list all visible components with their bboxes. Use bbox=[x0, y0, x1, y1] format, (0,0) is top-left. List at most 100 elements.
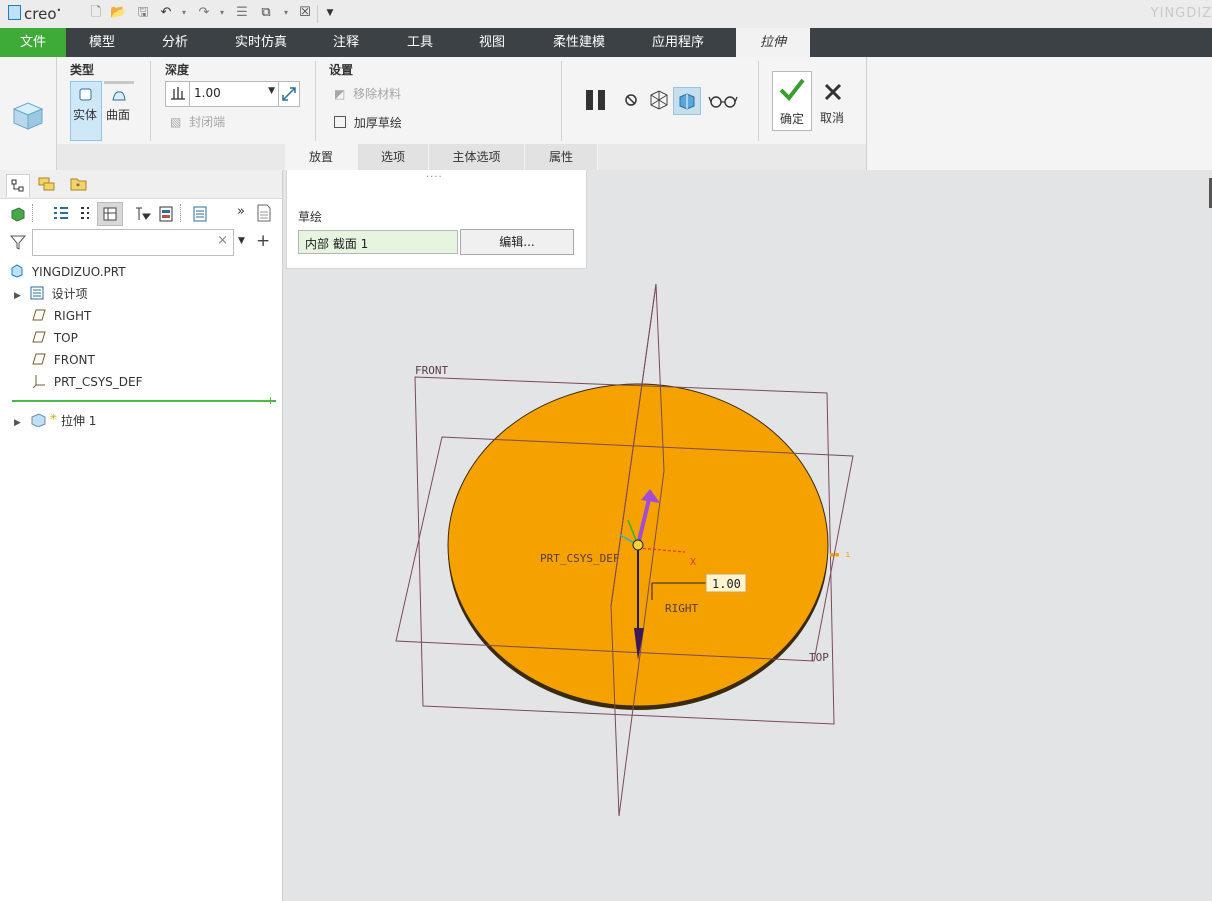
search-dropdown-icon[interactable]: ▼ bbox=[238, 236, 245, 246]
tab-simulation[interactable]: 实时仿真 bbox=[223, 28, 299, 57]
csys-origin bbox=[632, 539, 644, 551]
depth-option-button[interactable] bbox=[165, 81, 191, 107]
tab-annotate[interactable]: 注释 bbox=[318, 28, 374, 57]
toolbar-divider bbox=[317, 5, 318, 23]
insert-here-line[interactable] bbox=[12, 400, 276, 402]
right-plane-label: RIGHT bbox=[665, 602, 698, 615]
solid-button[interactable]: 实体 bbox=[70, 81, 102, 141]
ok-button[interactable]: 确定 bbox=[772, 71, 812, 131]
tab-extrude[interactable]: 拉伸 bbox=[736, 28, 810, 57]
edit-sketch-button[interactable]: 编辑... bbox=[460, 229, 574, 255]
creo-logo: creo• bbox=[8, 5, 61, 23]
depth-group-title: 深度 bbox=[165, 63, 190, 77]
menu-bar: 文件 模型 分析 实时仿真 注释 工具 视图 柔性建模 应用程序 拉伸 bbox=[0, 28, 1212, 57]
tree-item-front[interactable]: FRONT bbox=[32, 349, 95, 371]
clear-search-icon[interactable]: × bbox=[217, 233, 228, 248]
tab-file[interactable]: 文件 bbox=[0, 28, 66, 57]
tree-search-input[interactable]: × bbox=[32, 229, 234, 256]
verify-preview-icon bbox=[679, 93, 695, 110]
new-file-icon[interactable]: 🗋 bbox=[88, 5, 104, 21]
part-icon bbox=[11, 264, 23, 278]
tree-item-right[interactable]: RIGHT bbox=[32, 305, 91, 327]
tab-flexible-modeling[interactable]: 柔性建模 bbox=[540, 28, 618, 57]
tab-model[interactable]: 模型 bbox=[72, 28, 132, 57]
surface-button[interactable]: 曲面 bbox=[104, 81, 134, 142]
tree-list-icon[interactable] bbox=[192, 205, 208, 223]
tree-toolbar-divider bbox=[180, 204, 182, 222]
remove-material-option: ◩ 移除材料 bbox=[334, 85, 401, 102]
redo-icon[interactable]: ↷ bbox=[196, 5, 212, 21]
depth-value-input[interactable]: 1.00 ▼ bbox=[189, 81, 279, 107]
undo-dropdown-icon[interactable]: ▾ bbox=[176, 5, 192, 21]
ribbon-empty-area bbox=[867, 57, 1212, 170]
expand-arrow-icon[interactable]: ▶ bbox=[14, 291, 21, 301]
undo-icon[interactable]: ↶ bbox=[158, 5, 174, 21]
tree-item-top[interactable]: TOP bbox=[32, 327, 78, 349]
tree-document-icon[interactable] bbox=[256, 204, 272, 222]
tab-body-options[interactable]: 主体选项 bbox=[429, 144, 525, 170]
tree-item-extrude[interactable]: ▶ ✳ 拉伸 1 bbox=[14, 407, 96, 429]
add-filter-icon[interactable]: + bbox=[256, 231, 270, 251]
open-folder-icon[interactable]: 📂 bbox=[110, 5, 126, 21]
sketch-collector[interactable]: 内部 截面 1 bbox=[298, 230, 458, 254]
tab-analysis[interactable]: 分析 bbox=[145, 28, 205, 57]
cancel-icon bbox=[824, 83, 842, 101]
save-icon[interactable]: 🖫 bbox=[135, 5, 151, 21]
solid-label: 实体 bbox=[73, 108, 98, 122]
verify-preview-button[interactable] bbox=[673, 87, 701, 115]
tree-settings-icon[interactable] bbox=[134, 206, 152, 222]
extrude-feature-icon bbox=[31, 413, 46, 427]
close-window-icon[interactable]: ☒ bbox=[297, 5, 313, 21]
tree-item-csys[interactable]: PRT_CSYS_DEF bbox=[32, 371, 143, 393]
no-preview-icon[interactable] bbox=[624, 93, 638, 107]
ok-label: 确定 bbox=[780, 112, 805, 126]
edge-handle-marker: ▪▪ ı bbox=[829, 550, 851, 560]
creo-logo-icon bbox=[8, 5, 21, 20]
model-tree-panel: * » × ▼ + YINGDIZUO.PRT ▶ 设计项 RIGHT TOP … bbox=[0, 170, 283, 901]
remove-material-icon: ◩ bbox=[334, 87, 346, 101]
show-tree-button[interactable] bbox=[97, 202, 123, 226]
tree-item-design-items[interactable]: ▶ 设计项 bbox=[14, 283, 88, 305]
windows-dropdown-icon[interactable]: ▾ bbox=[278, 5, 294, 21]
tree-filter-items-icon[interactable] bbox=[78, 205, 92, 223]
ribbon-divider bbox=[561, 61, 562, 141]
layers-tab-icon[interactable] bbox=[38, 176, 56, 192]
model-tree-icon bbox=[11, 179, 24, 192]
separate-preview-icon[interactable] bbox=[648, 89, 670, 111]
cancel-button[interactable]: 取消 bbox=[816, 71, 850, 129]
datum-plane-icon bbox=[32, 309, 46, 321]
tab-placement[interactable]: 放置 bbox=[285, 144, 358, 170]
tab-tools[interactable]: 工具 bbox=[392, 28, 448, 57]
placement-panel: ···· 草绘 内部 截面 1 编辑... bbox=[286, 170, 587, 269]
customize-dropdown-icon[interactable]: ▼ bbox=[322, 5, 338, 21]
svg-text:*: * bbox=[76, 182, 80, 191]
favorites-folder-tab-icon[interactable]: * bbox=[70, 176, 88, 192]
graphics-viewport[interactable]: 1.00 FRONT RIGHT TOP PRT_CSYS_DEF X ▪▪ ı bbox=[283, 170, 1212, 901]
pause-icon[interactable] bbox=[584, 88, 608, 112]
redo-dropdown-icon[interactable]: ▾ bbox=[214, 5, 230, 21]
tree-root[interactable]: YINGDIZUO.PRT bbox=[10, 261, 126, 283]
more-chevrons-icon[interactable]: » bbox=[237, 204, 245, 219]
tree-columns-settings-icon[interactable] bbox=[158, 205, 174, 223]
tree-columns-icon[interactable] bbox=[52, 205, 70, 223]
datum-plane-icon bbox=[32, 331, 46, 343]
flip-direction-button[interactable] bbox=[278, 81, 300, 107]
depth-dropdown-icon[interactable]: ▼ bbox=[268, 86, 275, 96]
design-items-icon bbox=[30, 286, 44, 300]
model-tree-tab[interactable] bbox=[6, 174, 30, 197]
tab-properties[interactable]: 属性 bbox=[525, 144, 598, 170]
tab-options[interactable]: 选项 bbox=[358, 144, 429, 170]
tree-item-label: 设计项 bbox=[51, 287, 88, 301]
thicken-sketch-checkbox[interactable] bbox=[334, 116, 346, 128]
extrude-feature-icon bbox=[12, 102, 44, 130]
glasses-preview-icon[interactable] bbox=[708, 93, 738, 109]
expand-arrow-icon[interactable]: ▶ bbox=[14, 418, 21, 428]
filter-funnel-icon[interactable] bbox=[10, 234, 26, 250]
tab-view[interactable]: 视图 bbox=[464, 28, 520, 57]
thicken-sketch-option[interactable]: 加厚草绘 bbox=[334, 114, 402, 131]
panel-grip[interactable]: ···· bbox=[426, 172, 443, 183]
windows-icon[interactable]: ⧉ bbox=[258, 5, 274, 21]
tab-applications[interactable]: 应用程序 bbox=[640, 28, 716, 57]
feature-display-icon[interactable] bbox=[10, 206, 26, 222]
regenerate-icon[interactable]: ☰ bbox=[234, 5, 250, 21]
